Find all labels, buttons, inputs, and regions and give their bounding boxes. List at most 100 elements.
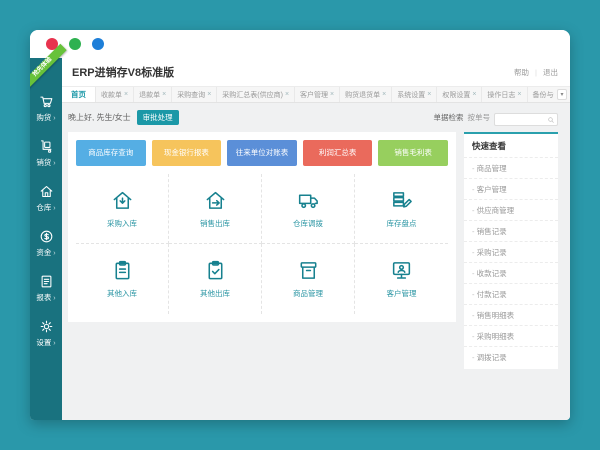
tab[interactable]: 客户管理 [295,87,341,102]
quick-report-button[interactable]: 利润汇总表 [302,140,373,166]
sidebar-item[interactable]: 设置 [30,319,62,348]
stocktake-icon [390,189,413,212]
sidebar-item[interactable]: 资金 [30,229,62,258]
shortcut-tile[interactable]: 库存盘点 [355,174,448,244]
content-area: 晚上好, 先生/女士 审批处理 单据检索 按单号 商品库存查询 现金银行报表 往… [62,103,570,420]
tile-label: 采购入库 [107,218,137,228]
quick-view-link[interactable]: 销售记录 [464,220,558,241]
quick-report-button[interactable]: 商品库存查询 [76,140,146,166]
tab[interactable]: 操作日志 [482,87,528,102]
tile-label: 客户管理 [386,289,417,298]
quick-view-panel: 快速查看 商品管理 客户管理 供应商管理 销售记录 采购记录 [464,132,558,369]
shortcut-tile[interactable]: 其他出库 [169,244,262,314]
tab[interactable]: 退款单 [134,87,173,102]
shortcut-tile[interactable]: 销售出库 [169,174,262,244]
help-link[interactable]: 帮助 [514,67,529,78]
tab-label: 采购查询 [177,91,206,99]
tab-label: 退款单 [139,91,161,99]
quick-report-button[interactable]: 现金银行报表 [151,140,222,166]
more-tabs-icon[interactable] [557,89,567,100]
logout-link[interactable]: 退出 [543,67,558,78]
house-out-icon [204,189,227,212]
tab-close-icon[interactable] [517,91,521,98]
cart-icon [39,94,54,109]
clipboard-check-icon [204,259,227,282]
sidebar-item[interactable]: 销货 [30,139,62,168]
tab-close-icon[interactable] [285,91,289,98]
quick-view-link[interactable]: 销售明细表 [464,304,558,325]
search-icon[interactable] [547,111,555,123]
sidebar-item-label: 销货 [36,157,55,168]
tab-label: 权限设置 [442,91,471,99]
trolley-icon [39,139,54,154]
quick-view-title: 快速查看 [472,141,507,151]
quick-view-link[interactable]: 收款记录 [464,262,558,283]
tab-home[interactable]: 首页 [62,87,96,102]
app-header: ERP进销存V8标准版 帮助 | 退出 [62,58,570,86]
archive-icon [297,259,320,282]
search-label: 单据检索 [433,112,464,122]
clipboard-in-icon [111,259,134,282]
tab-close-icon[interactable] [330,91,334,98]
tab[interactable]: 备份与恢复 [528,87,555,102]
tile-label: 其他出库 [200,289,230,298]
sidebar-item-label: 购货 [36,112,55,123]
tab[interactable]: 系统设置 [392,87,438,102]
quick-view-link[interactable]: 采购记录 [464,241,558,262]
tile-label: 商品管理 [293,289,323,298]
shortcut-tile[interactable]: 商品管理 [262,244,355,314]
tile-label: 其他入库 [107,289,137,298]
tab-close-icon[interactable] [124,91,128,98]
tile-label: 库存盘点 [386,218,417,228]
tab-label: 备份与恢复 [532,91,555,99]
tab-close-icon[interactable] [427,91,431,98]
warehouse-icon [39,184,54,199]
sidebar-item-label: 仓库 [36,202,55,213]
dashboard-panel: 商品库存查询 现金银行报表 往来单位对账表 利润汇总表 销售毛利表 采购入库 销… [68,132,456,322]
shortcut-tile[interactable]: 采购入库 [76,174,169,244]
sidebar-item-label: 设置 [36,337,55,348]
quick-view-link[interactable]: 商品管理 [464,157,558,178]
quick-view-link[interactable]: 付款记录 [464,283,558,304]
tab-label: 系统设置 [397,91,426,99]
tab-close-icon[interactable] [207,91,211,98]
approve-button[interactable]: 审批处理 [136,109,179,125]
tab[interactable]: 购货退货单 [340,87,393,102]
sidebar-item-label: 资金 [36,247,55,258]
tab[interactable]: 权限设置 [437,87,483,102]
tile-label: 销售出库 [200,218,230,228]
quick-view-link[interactable]: 采购明细表 [464,325,558,346]
funds-icon [39,229,54,244]
sidebar: 抢先体验 购货 销货 仓库 [30,43,67,420]
page-title: ERP进销存V8标准版 [72,67,175,79]
quick-view-link[interactable]: 客户管理 [464,178,558,199]
quick-view-link[interactable]: 供应商管理 [464,199,558,220]
quick-report-button[interactable]: 销售毛利表 [378,140,448,166]
sidebar-item-label: 报表 [36,292,55,303]
quick-report-button[interactable]: 往来单位对账表 [227,140,297,166]
monitor-user-icon [390,259,413,282]
truck-icon [297,189,320,212]
sidebar-item[interactable]: 购货 [30,94,62,123]
tab[interactable]: 收款单 [96,87,135,102]
shortcut-tile[interactable]: 其他入库 [76,244,169,314]
window-dot-blue[interactable] [92,38,104,50]
tab-close-icon[interactable] [472,91,476,98]
quick-view-link[interactable]: 调拨记录 [464,346,558,367]
shortcut-tile[interactable]: 客户管理 [355,244,448,314]
sidebar-item[interactable]: 仓库 [30,184,62,213]
shortcut-tile[interactable]: 仓库调拨 [262,174,355,244]
gear-icon [39,319,54,334]
tab-label: 收款单 [101,91,122,99]
tab-close-icon[interactable] [162,91,166,98]
window-dot-green[interactable] [69,38,81,50]
tab[interactable]: 采购汇总表(供应商) [217,87,296,102]
tile-label: 仓库调拨 [293,218,323,228]
sidebar-item[interactable]: 报表 [30,274,62,303]
tab-close-icon[interactable] [382,91,386,98]
tab-bar: 首页 收款单 退款单 采购查询 [62,86,570,103]
link-divider: | [535,67,537,77]
tab-label: 购货退货单 [345,91,381,99]
app-window: 抢先体验 购货 销货 仓库 [30,30,570,420]
tab[interactable]: 采购查询 [172,87,218,102]
